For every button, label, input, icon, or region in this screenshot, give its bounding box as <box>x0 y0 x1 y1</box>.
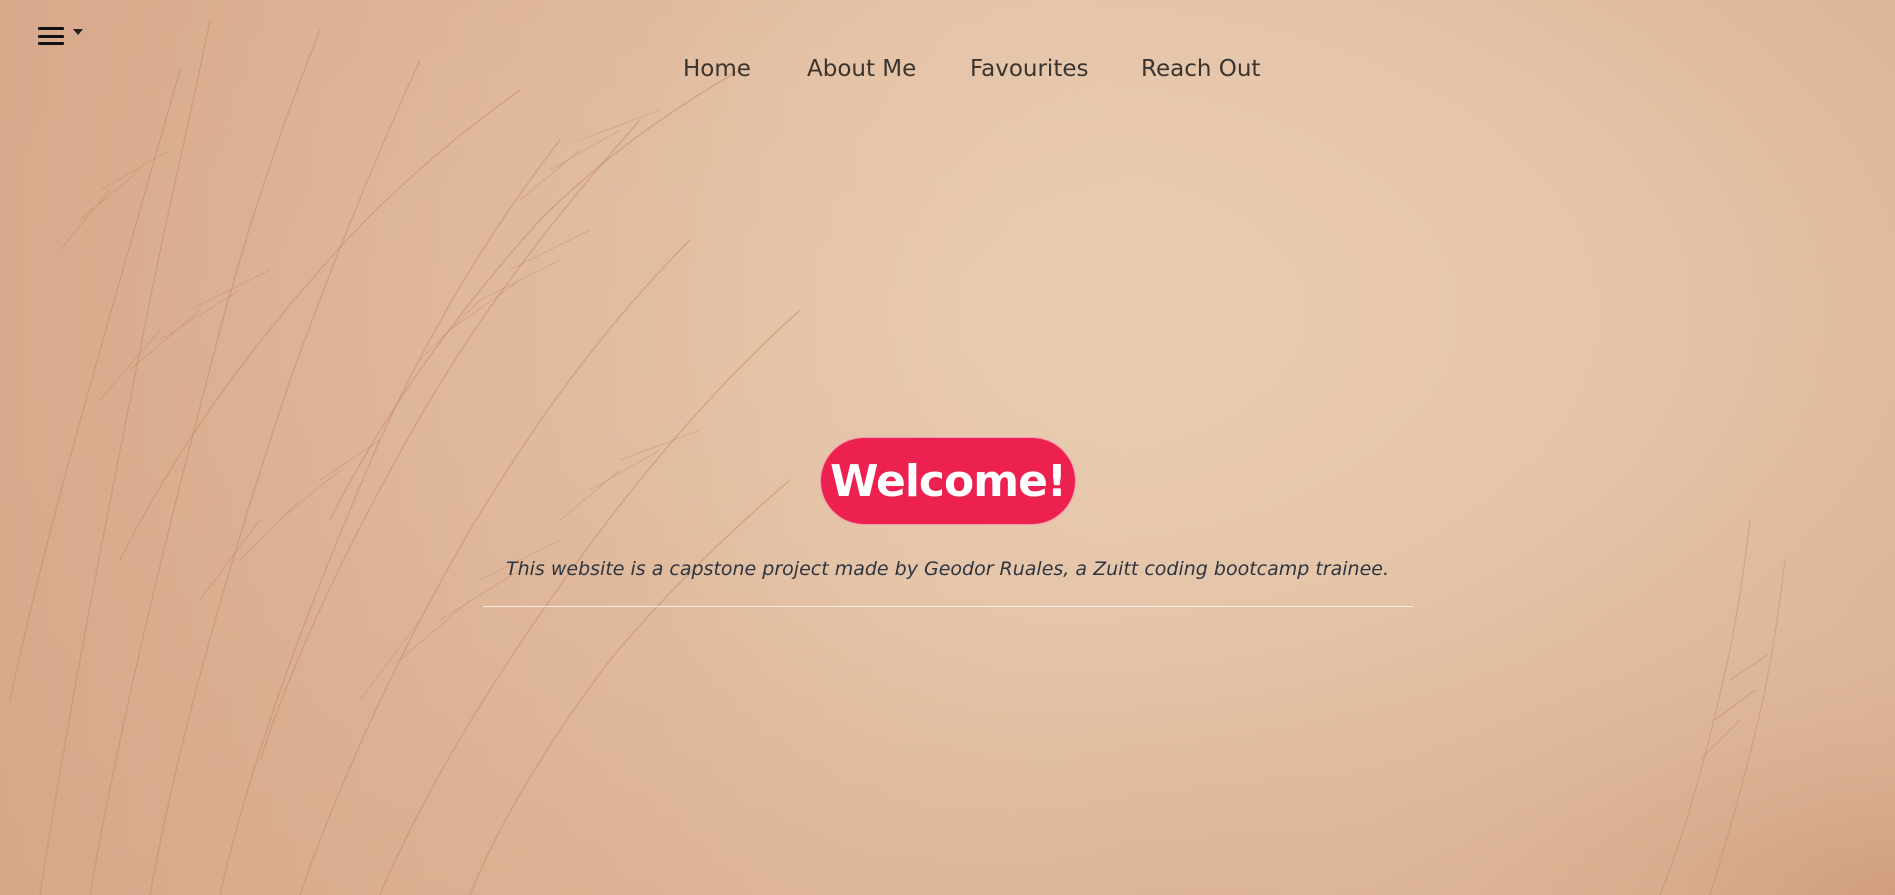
nav-link-reach-out[interactable]: Reach Out <box>1141 56 1260 82</box>
menu-toggle-button[interactable] <box>38 24 88 48</box>
caret-down-icon <box>73 29 83 35</box>
divider-line <box>483 606 1413 607</box>
tagline-text: This website is a capstone project made … <box>505 558 1389 580</box>
welcome-heading: Welcome! <box>820 437 1076 525</box>
hamburger-menu-icon <box>38 27 64 45</box>
nav-link-home[interactable]: Home <box>683 56 751 82</box>
nav-link-favourites[interactable]: Favourites <box>970 56 1088 82</box>
hero-section: Welcome! This website is a capstone proj… <box>0 0 1895 895</box>
top-nav: Home About Me Favourites Reach Out <box>0 56 1895 96</box>
nav-link-about-me[interactable]: About Me <box>807 56 916 82</box>
